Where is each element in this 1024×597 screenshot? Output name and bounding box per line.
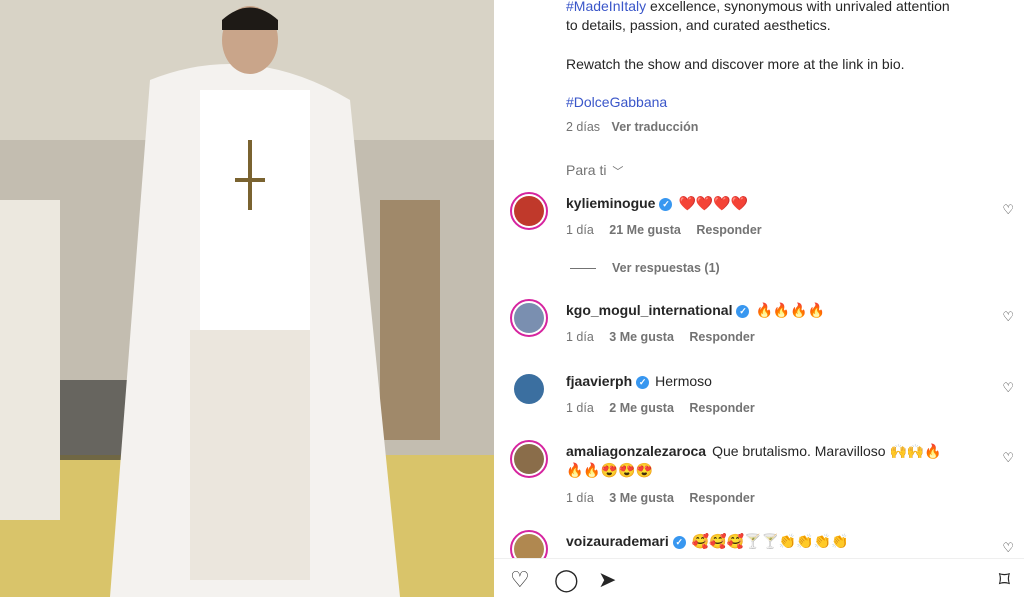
comment-likes[interactable]: 2 Me gusta (609, 401, 674, 415)
comment-time: 1 día (566, 491, 594, 505)
comment-filter[interactable]: Para ti ﹀ (566, 162, 623, 179)
caption-line-3: Rewatch the show and discover more at th… (566, 56, 905, 72)
view-replies[interactable]: Ver respuestas (1) (570, 261, 720, 275)
hashtag-dolcegabbana[interactable]: #DolceGabbana (566, 93, 667, 112)
comment-item: amaliagonzalezaroca Que brutalismo. Marav… (494, 438, 1024, 518)
comment-body: fjaavierph ✓ Hermoso (566, 373, 712, 389)
caption-text: excellence, synonymous with unrivaled at… (646, 0, 950, 14)
reply-button[interactable]: Responder (689, 401, 754, 415)
comment-text: 🔥🔥🔥🔥 (755, 302, 826, 318)
comment-username[interactable]: voizaurademari (566, 533, 669, 549)
avatar[interactable] (510, 370, 548, 408)
comment-meta: 1 día 2 Me gusta Responder (566, 401, 755, 415)
comment-body: kgo_mogul_international ✓ 🔥🔥🔥🔥 (566, 302, 825, 319)
heart-icon[interactable]: ♡ (1002, 309, 1014, 325)
comment-text: 🥰🥰🥰🍸🍸👏👏👏👏 (691, 533, 849, 549)
comment-body: kylieminogue ✓ ❤️❤️❤️❤️ (566, 195, 748, 212)
comment-text: ❤️❤️❤️❤️ (678, 195, 749, 211)
comment-username[interactable]: fjaavierph (566, 373, 632, 389)
avatar[interactable] (510, 440, 548, 478)
comment-likes[interactable]: 21 Me gusta (609, 223, 681, 237)
comment-body: amaliagonzalezaroca Que brutalismo. Marav… (566, 443, 942, 460)
avatar[interactable] (510, 192, 548, 230)
heart-icon[interactable]: ♡ (1002, 202, 1014, 218)
action-bar: ♡ ◯ ➤ ⌑ (494, 558, 1024, 597)
comment-item: voizaurademari ✓ 🥰🥰🥰🍸🍸👏👏👏👏 ♡ (494, 528, 1024, 568)
reply-button[interactable]: Responder (689, 330, 754, 344)
verified-badge-icon: ✓ (636, 376, 650, 389)
avatar[interactable] (510, 299, 548, 337)
post-age: 2 días (566, 120, 601, 134)
comment-text-continued: 🔥🔥😍😍😍 (566, 462, 654, 478)
caption-line-1: #MadeInItaly excellence, synonymous with… (566, 0, 950, 16)
heart-icon[interactable]: ♡ (1002, 450, 1014, 466)
reply-button[interactable]: Responder (689, 491, 754, 505)
post-image (0, 0, 494, 597)
divider (570, 268, 596, 270)
comment-username[interactable]: amaliagonzalezaroca (566, 443, 706, 459)
comment-body: voizaurademari ✓ 🥰🥰🥰🍸🍸👏👏👏👏 (566, 533, 849, 550)
verified-badge-icon: ✓ (659, 198, 673, 211)
comment-likes[interactable]: 3 Me gusta (609, 330, 674, 344)
comment-username[interactable]: kylieminogue (566, 195, 655, 211)
runway-photo (0, 0, 494, 597)
heart-icon[interactable]: ♡ (1002, 380, 1014, 396)
comment-meta: 1 día 3 Me gusta Responder (566, 491, 755, 505)
comment-item: fjaavierph ✓ Hermoso 1 día 2 Me gusta Resp… (494, 368, 1024, 428)
heart-icon[interactable]: ♡ (1002, 540, 1014, 556)
comment-item: kgo_mogul_international ✓ 🔥🔥🔥🔥 1 día 3 Me … (494, 297, 1024, 357)
comment-likes[interactable]: 3 Me gusta (609, 491, 674, 505)
comment-time: 1 día (566, 330, 594, 344)
share-icon[interactable]: ➤ (598, 569, 616, 591)
hashtag-madeinitaly[interactable]: #MadeInItaly (566, 0, 646, 14)
comment-time: 1 día (566, 401, 594, 415)
comment-username[interactable]: kgo_mogul_international (566, 302, 732, 318)
comment-meta: 1 día 21 Me gusta Responder (566, 223, 762, 237)
comment-text: Hermoso (655, 373, 712, 389)
verified-badge-icon: ✓ (672, 536, 686, 549)
comment-text: Que brutalismo. Maravilloso 🙌🙌🔥 (712, 443, 942, 459)
comment-meta: 1 día 3 Me gusta Responder (566, 330, 755, 344)
reply-button[interactable]: Responder (696, 223, 761, 237)
view-replies-label: Ver respuestas (1) (612, 261, 720, 275)
caption-line-2: to details, passion, and curated aesthet… (566, 17, 831, 33)
post-details-panel: #MadeInItaly excellence, synonymous with… (494, 0, 1024, 597)
filter-label: Para ti (566, 162, 607, 178)
chevron-down-icon: ﹀ (612, 166, 624, 178)
verified-badge-icon: ✓ (736, 305, 750, 318)
comment-icon[interactable]: ◯ (554, 569, 579, 591)
comment-item: kylieminogue ✓ ❤️❤️❤️❤️ 1 día 21 Me gusta … (494, 190, 1024, 260)
translate-link[interactable]: Ver traducción (612, 120, 699, 134)
heart-icon[interactable]: ♡ (510, 569, 530, 591)
bookmark-icon[interactable]: ⌑ (999, 569, 1010, 591)
comment-time: 1 día (566, 223, 594, 237)
caption-meta: 2 días Ver traducción (566, 120, 698, 134)
